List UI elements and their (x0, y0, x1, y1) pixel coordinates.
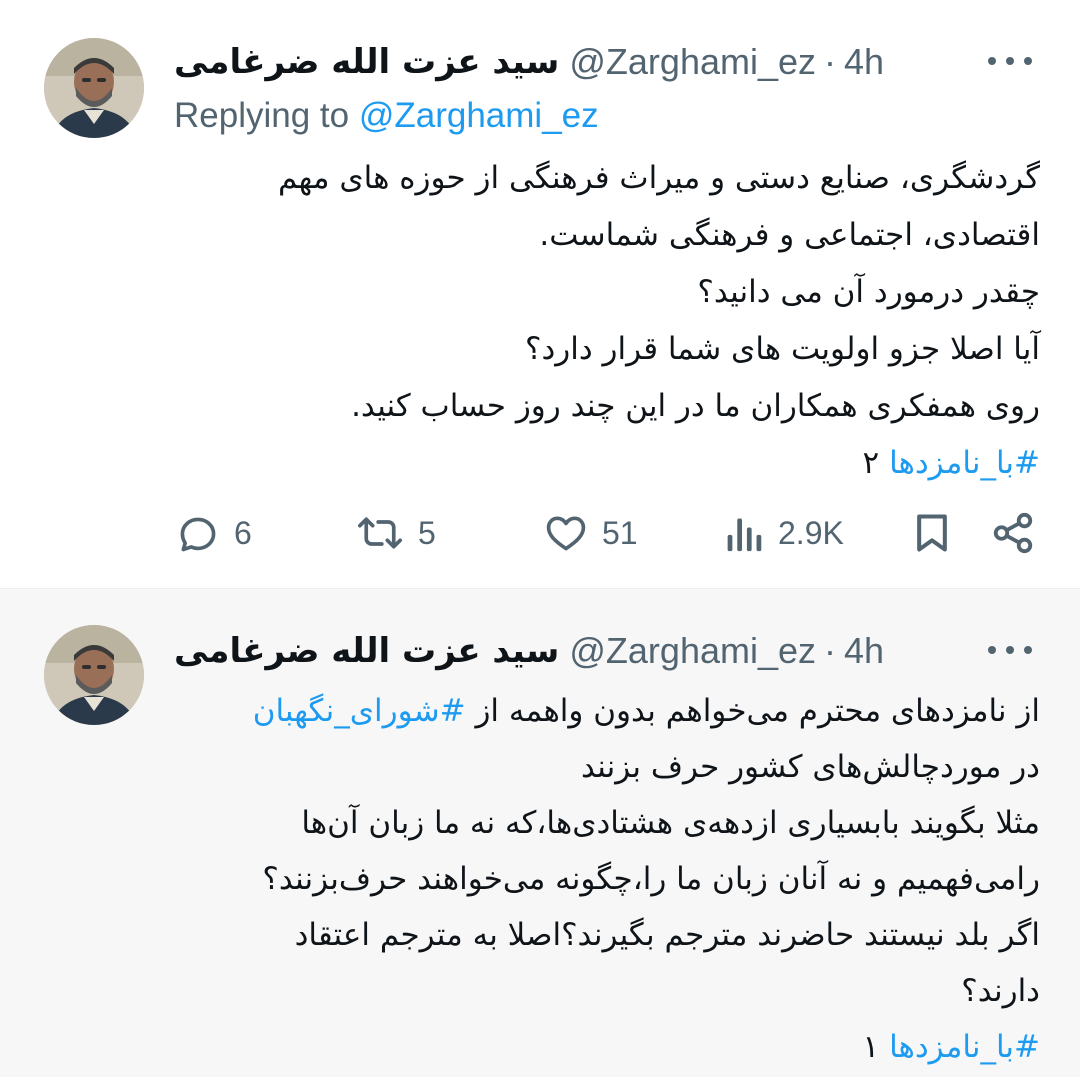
hashtag-link[interactable]: #با_نامزدها (889, 445, 1040, 481)
hashtag-line: #با_نامزدها ۱ (174, 1019, 1040, 1075)
tweet-text-line: اقتصادی، اجتماعی و فرهنگی شماست. (539, 217, 1040, 253)
replying-to: Replying to @Zarghami_ez (174, 96, 599, 136)
share-icon (990, 510, 1036, 556)
views-icon (724, 511, 764, 555)
timestamp[interactable]: 4h (844, 630, 884, 672)
tweet-text-line: چقدر درمورد آن می دانید؟ (697, 274, 1040, 310)
reply-count: 6 (234, 514, 252, 551)
tweet-text-line: اگر بلد نیستند حاضرند مترجم بگیرند؟اصلا … (294, 917, 1040, 953)
author-handle[interactable]: @Zarghami_ez (569, 41, 816, 83)
like-icon (544, 511, 588, 555)
tweet[interactable]: سید عزت الله ضرغامی @Zarghami_ez · 4h از… (0, 588, 1080, 1077)
avatar[interactable] (44, 625, 144, 725)
reply-icon (176, 511, 220, 555)
more-icon[interactable] (988, 635, 1032, 665)
retweet-icon (356, 511, 404, 555)
tweet-text-line: آیا اصلا جزو اولویت های شما قرار دارد؟ (525, 331, 1040, 367)
timestamp[interactable]: 4h (844, 41, 884, 83)
replying-prefix: Replying to (174, 96, 350, 135)
author-name[interactable]: سید عزت الله ضرغامی (174, 631, 559, 671)
tweet-header: سید عزت الله ضرغامی @Zarghami_ez · 4h (174, 629, 884, 673)
retweet-count: 5 (418, 514, 436, 551)
tweet-text-line: رامی‌فهمیم و نه آنان زبان ما را،چگونه می… (262, 861, 1040, 897)
share-button[interactable] (990, 505, 1036, 561)
more-icon[interactable] (988, 46, 1032, 76)
tweet-text-line: دارند؟ (961, 973, 1040, 1009)
reply-button[interactable]: 6 (176, 505, 252, 561)
bookmark-icon (910, 511, 954, 555)
tweet-text-line: گردشگری، صنایع دستی و میراث فرهنگی از حو… (277, 160, 1040, 196)
tweet-text-line: مثلا بگویند بابسیاری ازدهه‌ی هشتادی‌ها،ک… (301, 805, 1040, 841)
author-handle[interactable]: @Zarghami_ez (569, 630, 816, 672)
tweet-text-line: در موردچالش‌های کشور حرف بزنند (580, 749, 1040, 785)
tweet-text-line: از نامزدهای محترم می‌خواهم بدون واهمه از… (174, 683, 1040, 739)
tweet-text: گردشگری، صنایع دستی و میراث فرهنگی از حو… (174, 150, 1040, 492)
views-button[interactable]: 2.9K (724, 505, 844, 561)
action-bar: 6 5 51 2.9K (0, 505, 1080, 561)
tweet-text: از نامزدهای محترم می‌خواهم بدون واهمه از… (174, 683, 1040, 1075)
bookmark-button[interactable] (910, 505, 954, 561)
replying-handle-link[interactable]: @Zarghami_ez (359, 96, 599, 135)
retweet-button[interactable]: 5 (356, 505, 436, 561)
tweet-text-line: روی همفکری همکاران ما در این چند روز حسا… (351, 388, 1040, 424)
separator-dot: · (824, 630, 837, 671)
tweet-text-segment: از نامزدهای محترم می‌خواهم بدون واهمه از (465, 693, 1040, 729)
avatar[interactable] (44, 38, 144, 138)
hashtag-link[interactable]: #با_نامزدها (889, 1029, 1040, 1065)
author-name[interactable]: سید عزت الله ضرغامی (174, 42, 559, 82)
tweet-reply[interactable]: سید عزت الله ضرغامی @Zarghami_ez · 4h Re… (0, 0, 1080, 588)
hashtag-line: #با_نامزدها ۲ (174, 435, 1040, 492)
tag-number: ۱ (862, 1029, 880, 1065)
hashtag-link[interactable]: #شورای_نگهبان (253, 693, 466, 729)
tag-number: ۲ (862, 445, 880, 481)
views-count: 2.9K (778, 514, 844, 551)
tweet-header: سید عزت الله ضرغامی @Zarghami_ez · 4h (174, 40, 884, 84)
like-button[interactable]: 51 (544, 505, 638, 561)
separator-dot: · (824, 41, 837, 82)
like-count: 51 (602, 514, 638, 551)
